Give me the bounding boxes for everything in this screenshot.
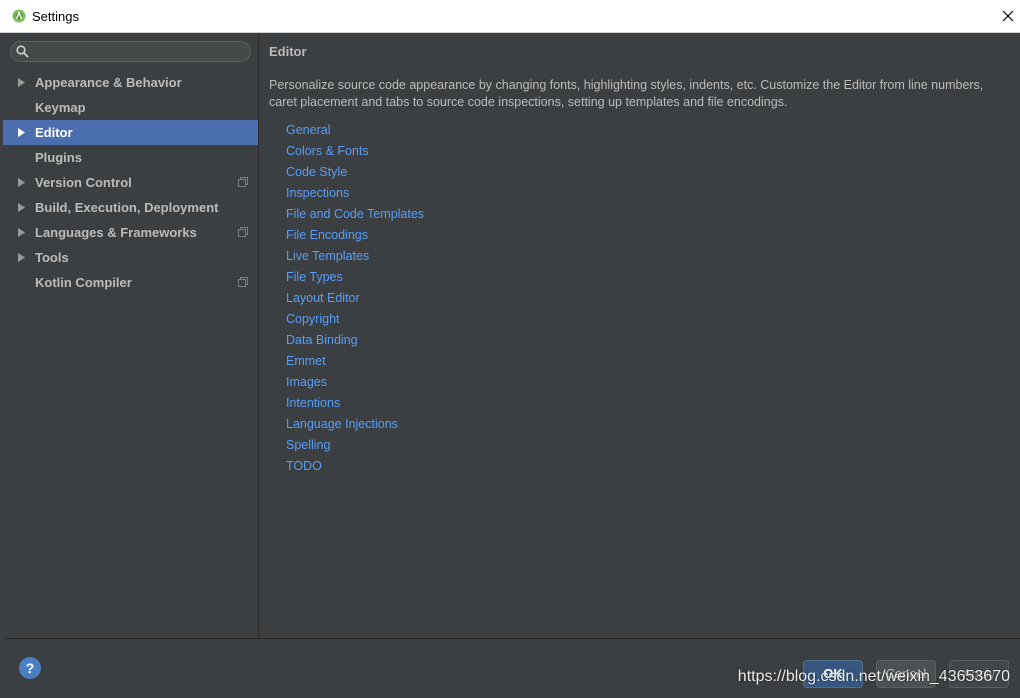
sidebar-item-label: Kotlin Compiler [35, 275, 132, 290]
expand-arrow-icon[interactable] [18, 128, 26, 137]
link-copyright[interactable]: Copyright [286, 312, 424, 333]
editor-settings-panel: Editor Personalize source code appearanc… [259, 33, 1020, 638]
search-icon [16, 45, 29, 58]
link-live-templates[interactable]: Live Templates [286, 249, 424, 270]
sidebar-item-kotlin-compiler[interactable]: Kotlin Compiler [3, 270, 258, 295]
link-file-types[interactable]: File Types [286, 270, 424, 291]
sidebar-item-build-execution-deployment[interactable]: Build, Execution, Deployment [3, 195, 258, 220]
sidebar-item-tools[interactable]: Tools [3, 245, 258, 270]
link-file-and-code-templates[interactable]: File and Code Templates [286, 207, 424, 228]
link-intentions[interactable]: Intentions [286, 396, 424, 417]
sidebar-item-plugins[interactable]: Plugins [3, 145, 258, 170]
link-spelling[interactable]: Spelling [286, 438, 424, 459]
close-icon [1002, 10, 1014, 22]
link-inspections[interactable]: Inspections [286, 186, 424, 207]
search-input[interactable] [35, 43, 240, 60]
sidebar-item-appearance-behavior[interactable]: Appearance & Behavior [3, 70, 258, 95]
expand-arrow-icon[interactable] [18, 253, 26, 262]
sidebar-item-label: Tools [35, 250, 69, 265]
help-button[interactable]: ? [19, 657, 41, 679]
link-todo[interactable]: TODO [286, 459, 424, 480]
sidebar-item-label: Languages & Frameworks [35, 225, 197, 240]
sidebar-item-keymap[interactable]: Keymap [3, 95, 258, 120]
project-level-icon [238, 277, 248, 287]
sidebar-item-languages-frameworks[interactable]: Languages & Frameworks [3, 220, 258, 245]
link-data-binding[interactable]: Data Binding [286, 333, 424, 354]
sidebar-item-editor[interactable]: Editor [3, 120, 258, 145]
window-title: Settings [32, 9, 79, 24]
link-images[interactable]: Images [286, 375, 424, 396]
search-field[interactable] [10, 41, 251, 62]
link-colors-fonts[interactable]: Colors & Fonts [286, 144, 424, 165]
sidebar-item-label: Keymap [35, 100, 86, 115]
title-bar: Settings [0, 0, 1020, 33]
link-general[interactable]: General [286, 123, 424, 144]
settings-tree: Appearance & Behavior Keymap Editor Plugins… [3, 70, 258, 295]
expand-arrow-icon[interactable] [18, 78, 26, 87]
sidebar-item-label: Build, Execution, Deployment [35, 200, 219, 215]
link-language-injections[interactable]: Language Injections [286, 417, 424, 438]
android-studio-icon [12, 9, 26, 23]
sidebar-item-label: Editor [35, 125, 73, 140]
page-title: Editor [269, 44, 307, 59]
settings-dialog: Appearance & Behavior Keymap Editor Plugins… [3, 33, 1020, 698]
expand-arrow-icon[interactable] [18, 228, 26, 237]
link-emmet[interactable]: Emmet [286, 354, 424, 375]
sidebar-item-label: Plugins [35, 150, 82, 165]
project-level-icon [238, 227, 248, 237]
sidebar-item-label: Appearance & Behavior [35, 75, 182, 90]
expand-arrow-icon[interactable] [18, 178, 26, 187]
link-layout-editor[interactable]: Layout Editor [286, 291, 424, 312]
close-button[interactable] [996, 0, 1020, 32]
subsection-links: General Colors & Fonts Code Style Inspectio… [286, 123, 424, 480]
settings-sidebar: Appearance & Behavior Keymap Editor Plugins… [3, 33, 259, 638]
sidebar-item-version-control[interactable]: Version Control [3, 170, 258, 195]
watermark-text: https://blog.csdn.net/weixin_43653670 [737, 668, 1010, 685]
section-description: Personalize source code appearance by ch… [269, 78, 984, 109]
link-file-encodings[interactable]: File Encodings [286, 228, 424, 249]
link-code-style[interactable]: Code Style [286, 165, 424, 186]
project-level-icon [238, 177, 248, 187]
sidebar-item-label: Version Control [35, 175, 132, 190]
expand-arrow-icon[interactable] [18, 203, 26, 212]
